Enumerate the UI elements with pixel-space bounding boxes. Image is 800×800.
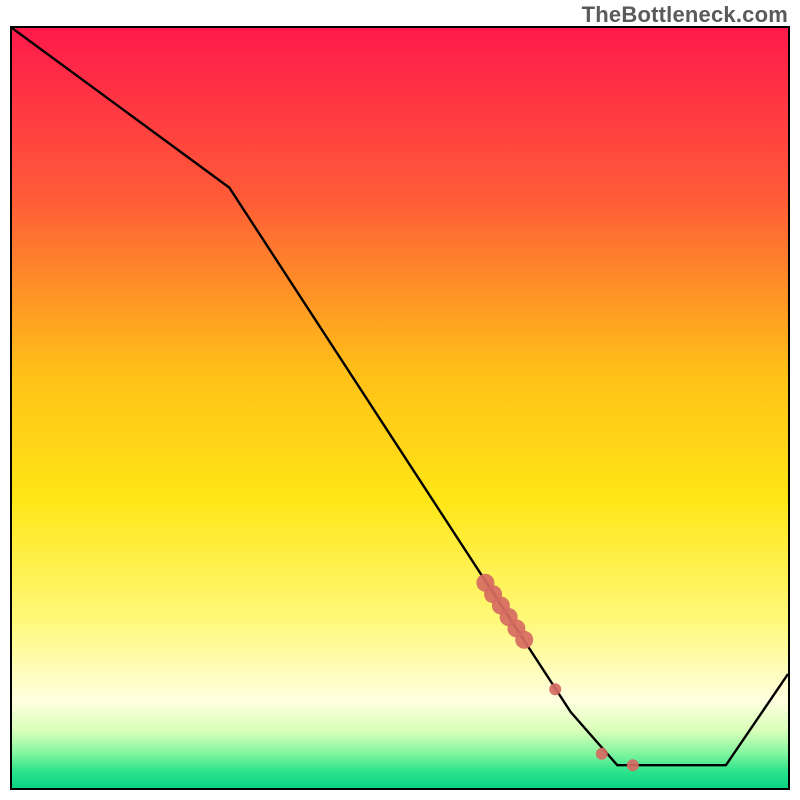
scatter-dot [549,683,561,695]
scatter-dot [596,748,608,760]
scatter-dot [627,759,639,771]
chart-canvas [12,28,788,788]
chart-frame [10,26,790,790]
watermark-text: TheBottleneck.com [582,2,788,28]
scatter-dot [515,631,533,649]
gradient-background [12,28,788,788]
